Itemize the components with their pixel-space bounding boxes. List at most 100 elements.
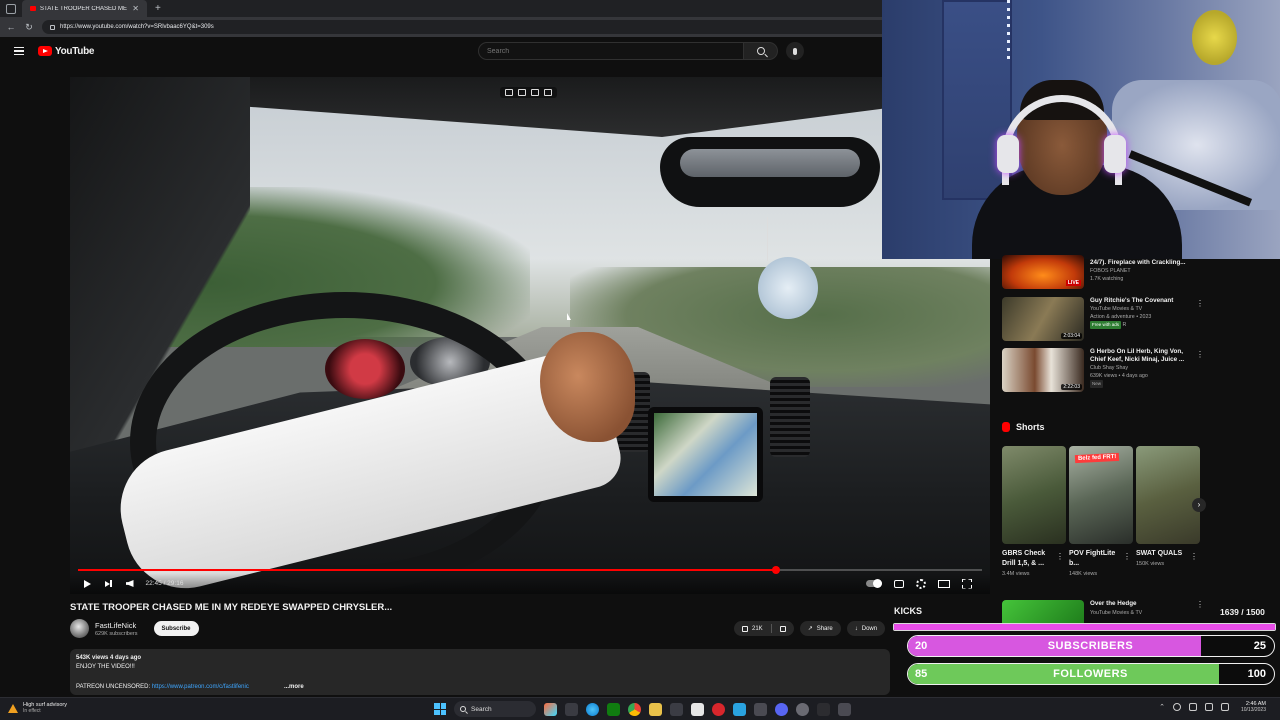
short-thumbnail[interactable] bbox=[1136, 446, 1200, 544]
more-options-icon[interactable]: ⋮ bbox=[1196, 299, 1204, 308]
more-options-icon[interactable]: ⋮ bbox=[1056, 552, 1064, 561]
streaming-app-icon[interactable] bbox=[754, 702, 767, 716]
volume-tray-icon[interactable] bbox=[1204, 703, 1213, 711]
short-title[interactable]: GBRS Check Drill 1,5, & ... bbox=[1002, 549, 1056, 569]
like-button[interactable]: 21K bbox=[734, 621, 794, 636]
recommendation-title[interactable]: G Herbo On Lil Herb, King Von, Chief Kee… bbox=[1090, 348, 1198, 364]
short-thumbnail[interactable] bbox=[1002, 446, 1066, 544]
copilot-icon[interactable] bbox=[544, 702, 557, 716]
short-thumbnail[interactable]: Belz fed FRT! bbox=[1069, 446, 1133, 544]
captions-icon[interactable] bbox=[894, 579, 904, 588]
recommendation-title[interactable]: Guy Ritchie's The Covenant bbox=[1090, 297, 1198, 305]
window-menu-icon[interactable] bbox=[6, 3, 16, 14]
free-with-ads-badge: Free with ads bbox=[1090, 321, 1122, 329]
recommendation-thumbnail[interactable]: 2:03:04 bbox=[1002, 297, 1084, 341]
onedrive-icon[interactable] bbox=[1172, 703, 1181, 711]
clock-date: 10/13/2023 bbox=[1240, 707, 1266, 713]
url-field[interactable]: https://www.youtube.com/watch?v=SRlvbaac… bbox=[42, 20, 897, 34]
hamburger-menu-icon[interactable] bbox=[14, 47, 24, 55]
webcam-string-lights bbox=[1007, 0, 1010, 60]
recommendation-item[interactable]: 2:22:03 G Herbo On Lil Herb, King Von, C… bbox=[1002, 348, 1204, 392]
recommendation-title[interactable]: Over the Hedge bbox=[1090, 600, 1142, 607]
close-tab-icon[interactable]: ✕ bbox=[132, 4, 139, 13]
share-button[interactable]: ↗ Share bbox=[799, 621, 841, 636]
volume-icon[interactable] bbox=[125, 580, 134, 587]
more-options-icon[interactable]: ⋮ bbox=[1196, 600, 1204, 609]
download-button[interactable]: ↓ Down bbox=[846, 621, 886, 636]
subscriber-count: 629K subscribers bbox=[95, 630, 138, 637]
more-link[interactable]: ...more bbox=[284, 683, 304, 692]
reload-icon[interactable]: ↻ bbox=[24, 22, 34, 33]
patreon-label: PATREON UNCENSORED: bbox=[76, 684, 152, 690]
browser-tab[interactable]: STATE TROOPER CHASED ME IN R ✕ bbox=[22, 0, 147, 17]
youtube-logo[interactable]: YouTube bbox=[38, 46, 95, 57]
channel-avatar[interactable] bbox=[70, 619, 89, 638]
copy-icon[interactable] bbox=[531, 89, 539, 96]
short-item[interactable]: Belz fed FRT! POV FightLite b... 148K vi… bbox=[1069, 446, 1133, 577]
short-item[interactable]: SWAT QUALS 150K views ⋮ bbox=[1136, 446, 1200, 567]
tray-overflow-icon[interactable]: ⌃ bbox=[1159, 703, 1165, 711]
taskbar-search[interactable]: Search bbox=[454, 701, 536, 717]
short-item[interactable]: GBRS Check Drill 1,5, & ... 3.4M views ⋮ bbox=[1002, 446, 1066, 577]
picture-in-picture-icon[interactable] bbox=[505, 89, 513, 96]
settings-small-icon[interactable] bbox=[544, 89, 552, 96]
next-icon[interactable] bbox=[105, 580, 112, 587]
settings-gear-icon[interactable] bbox=[916, 578, 926, 589]
amazon-icon[interactable] bbox=[691, 702, 704, 716]
recommendation-meta: 1.7K watching bbox=[1090, 276, 1124, 282]
site-info-icon[interactable] bbox=[50, 24, 55, 30]
play-icon[interactable] bbox=[84, 579, 91, 588]
description-box[interactable]: 543K views 4 days ago ENJOY THE VIDEO!!!… bbox=[70, 649, 890, 695]
theater-mode-icon[interactable] bbox=[938, 579, 950, 588]
taskbar-apps: Search bbox=[434, 701, 851, 717]
screenshot-icon[interactable] bbox=[518, 89, 526, 96]
recommendation-thumbnail[interactable]: 2:22:03 bbox=[1002, 348, 1084, 392]
shorts-next-icon[interactable]: › bbox=[1192, 498, 1206, 512]
search-input[interactable] bbox=[478, 42, 744, 60]
recommendation-thumbnail[interactable]: LIVE bbox=[1002, 255, 1084, 289]
channel-name[interactable]: FastLifeNick bbox=[95, 621, 138, 630]
weather-widget[interactable]: High surf advisory In effect bbox=[8, 702, 67, 714]
video-overlay-buttons bbox=[500, 87, 557, 98]
obs-icon[interactable] bbox=[796, 702, 809, 716]
short-title[interactable]: POV FightLite b... bbox=[1069, 549, 1123, 569]
thumbs-down-icon[interactable] bbox=[779, 625, 786, 632]
telegram-icon[interactable] bbox=[733, 702, 746, 716]
weather-text: High surf advisory In effect bbox=[23, 702, 67, 714]
system-tray: ⌃ 2:46 AM 10/13/2023 bbox=[1159, 701, 1266, 713]
voice-search-button[interactable] bbox=[786, 42, 804, 60]
recording-app-icon[interactable] bbox=[712, 702, 725, 716]
back-icon[interactable]: ← bbox=[6, 22, 16, 32]
windows-start-icon[interactable] bbox=[434, 703, 446, 715]
xbox-icon[interactable] bbox=[607, 702, 620, 716]
recommendation-title[interactable]: 24/7). Fireplace with Crackling... bbox=[1090, 259, 1198, 267]
recommendation-item[interactable]: LIVE 24/7). Fireplace with Crackling... … bbox=[1002, 255, 1198, 289]
video-player[interactable]: 22:45 / 29:16 bbox=[70, 77, 990, 594]
more-options-icon[interactable]: ⋮ bbox=[1196, 350, 1204, 359]
battery-icon[interactable] bbox=[1220, 703, 1229, 711]
more-options-icon[interactable]: ⋮ bbox=[1123, 552, 1131, 561]
app-icon[interactable] bbox=[817, 702, 830, 716]
file-explorer-icon[interactable] bbox=[649, 702, 662, 716]
progress-bar[interactable] bbox=[78, 566, 982, 574]
patreon-link[interactable]: https://www.patreon.com/c/fastlifenic bbox=[152, 684, 249, 690]
task-view-icon[interactable] bbox=[565, 702, 578, 716]
subscribe-button[interactable]: Subscribe bbox=[153, 621, 199, 636]
edge-browser-icon[interactable] bbox=[586, 702, 599, 716]
fullscreen-icon[interactable] bbox=[962, 578, 972, 589]
recommendation-badges: Free with ads R bbox=[1090, 321, 1198, 329]
recommendation-item[interactable]: 2:03:04 Guy Ritchie's The Covenant YouTu… bbox=[1002, 297, 1204, 341]
more-options-icon[interactable]: ⋮ bbox=[1190, 552, 1198, 561]
discord-icon[interactable] bbox=[775, 702, 788, 716]
settings-app-icon[interactable] bbox=[838, 702, 851, 716]
short-title[interactable]: SWAT QUALS bbox=[1136, 549, 1190, 559]
autoplay-toggle[interactable] bbox=[866, 579, 882, 588]
store-icon[interactable] bbox=[670, 702, 683, 716]
followers-current: 85 bbox=[915, 668, 928, 680]
clock[interactable]: 2:46 AM 10/13/2023 bbox=[1241, 701, 1266, 713]
network-icon[interactable] bbox=[1188, 703, 1197, 711]
kicks-goal-bar bbox=[893, 623, 1276, 631]
new-tab-icon[interactable]: + bbox=[155, 3, 161, 14]
chrome-icon[interactable] bbox=[628, 702, 641, 716]
search-button[interactable] bbox=[744, 42, 778, 60]
